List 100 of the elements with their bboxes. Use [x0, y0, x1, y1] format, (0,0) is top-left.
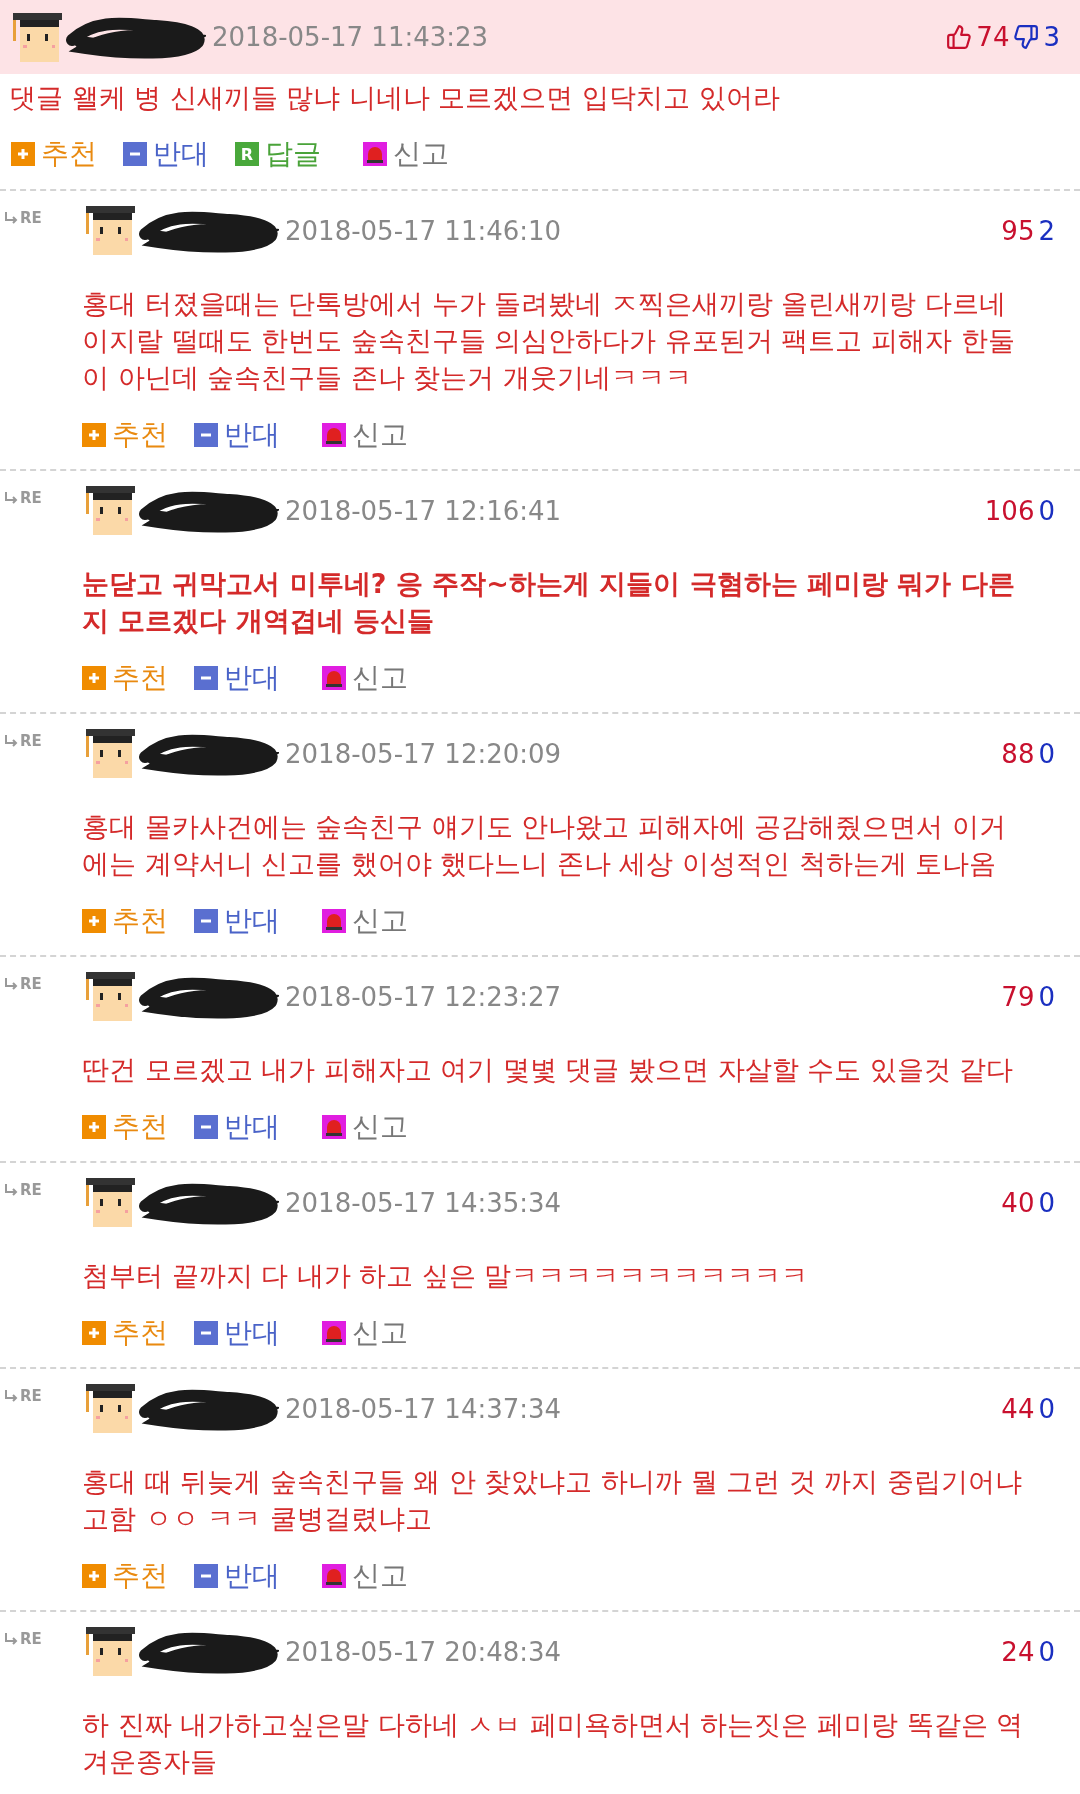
reply-arrow-icon [4, 1184, 18, 1196]
siren-icon [322, 423, 346, 447]
upvote-count: 79 [1001, 981, 1035, 1012]
comment-text: 하 진짜 내가하고싶은말 다하네 ㅅㅂ 페미욕하면서 하는짓은 페미랑 똑같은 역겨운종자들 [82, 1708, 1025, 1779]
comment-text: 딴건 모르겠고 내가 피해자고 여기 몇볓 댓글 봤으면 자살할 수도 있을것 같다 [82, 1053, 1015, 1087]
action-label: 신고 [352, 1558, 408, 1594]
action-label: 반대 [224, 660, 280, 696]
report-action[interactable]: 신고 [322, 659, 408, 697]
reply-arrow-icon [4, 492, 18, 504]
plus-icon [82, 1115, 106, 1139]
thumbs-down-icon[interactable] [1013, 24, 1040, 50]
comment-date: 2018-05-17 11:46:10 [285, 215, 562, 246]
reply-arrow-icon [4, 978, 18, 990]
siren-icon [363, 142, 387, 166]
action-label: 반대 [224, 417, 280, 453]
reply-marker: RE [4, 975, 42, 993]
downvote-count: 0 [1038, 1636, 1055, 1667]
action-label: 신고 [352, 903, 408, 939]
reply-badge: R [235, 142, 259, 166]
down-action[interactable]: 반대 [194, 1557, 280, 1595]
reply-marker: RE [4, 732, 42, 750]
downvote-count: 0 [1038, 495, 1055, 526]
down-action[interactable]: 반대 [194, 416, 280, 454]
comment-date: 2018-05-17 12:20:09 [285, 738, 562, 769]
report-action[interactable]: 신고 [322, 1108, 408, 1146]
minus-icon [194, 1115, 218, 1139]
down-action[interactable]: 반대 [123, 135, 209, 173]
action-label: 추천 [112, 417, 168, 453]
reply-marker: RE [4, 489, 42, 507]
plus-icon [82, 1321, 106, 1345]
reply-arrow-icon [4, 212, 18, 224]
reply-marker: RE [4, 1630, 42, 1648]
action-label: 반대 [224, 1558, 280, 1594]
action-label: 반대 [224, 903, 280, 939]
up-action[interactable]: 추천 [11, 135, 97, 173]
reply-marker: RE [4, 1387, 42, 1405]
report-action[interactable]: 신고 [322, 416, 408, 454]
down-action[interactable]: 반대 [194, 902, 280, 940]
comment-date: 2018-05-17 14:37:34 [285, 1393, 562, 1424]
down-action[interactable]: 반대 [194, 1314, 280, 1352]
upvote-count: 95 [1001, 215, 1035, 246]
comment-text: 홍대 때 뒤늦게 숲속친구들 왜 안 찾았냐고 하니까 뭘 그런 것 까지 중립기어냐 고함 ㅇㅇ ㅋㅋ 쿨병걸렸냐고 [82, 1465, 1023, 1536]
comment-date: 2018-05-17 11:43:23 [212, 22, 489, 52]
up-action[interactable]: 추천 [82, 416, 168, 454]
action-label: 반대 [224, 1109, 280, 1145]
comment-text: 홍대 터졌을때는 단톡방에서 누가 돌려봤네 ㅈ찍은새끼랑 올린새끼랑 다르네 이지랄 떨때도 한번도 숲속친구들 의심안하다가 유포된거 팩트고 피해자 한둘이 아닌데 숲속친구들 존나 찾는거 개웃기네ㅋㅋㅋ [82, 287, 1016, 395]
action-label: 신고 [393, 136, 449, 172]
downvote-count: 0 [1038, 981, 1055, 1012]
siren-icon [322, 1321, 346, 1345]
minus-icon [123, 142, 147, 166]
action-label: 추천 [112, 1558, 168, 1594]
reply-arrow-icon [4, 1390, 18, 1402]
report-action[interactable]: 신고 [322, 902, 408, 940]
action-label: 추천 [112, 1109, 168, 1145]
minus-icon [194, 1564, 218, 1588]
upvote-count: 44 [1001, 1393, 1035, 1424]
action-label: 신고 [352, 417, 408, 453]
reply-arrow-icon [4, 1633, 18, 1645]
report-action[interactable]: 신고 [322, 1557, 408, 1595]
report-action[interactable]: 신고 [322, 1314, 408, 1352]
action-label: 신고 [352, 660, 408, 696]
action-label: 추천 [112, 660, 168, 696]
thumbs-up-icon[interactable] [946, 24, 973, 50]
reply-marker: RE [4, 209, 42, 227]
plus-icon [82, 1564, 106, 1588]
action-label: 답글 [265, 136, 321, 172]
comment-date: 2018-05-17 12:16:41 [285, 495, 562, 526]
up-action[interactable]: 추천 [82, 902, 168, 940]
siren-icon [322, 1564, 346, 1588]
upvote-count: 74 [976, 22, 1010, 52]
action-label: 추천 [112, 903, 168, 939]
downvote-count: 0 [1038, 738, 1055, 769]
up-action[interactable]: 추천 [82, 659, 168, 697]
siren-icon [322, 1115, 346, 1139]
action-label: 추천 [112, 1315, 168, 1351]
up-action[interactable]: 추천 [82, 1557, 168, 1595]
siren-icon [322, 909, 346, 933]
report-action[interactable]: 신고 [363, 135, 449, 173]
action-label: 반대 [153, 136, 209, 172]
minus-icon [194, 909, 218, 933]
comment-date: 2018-05-17 14:35:34 [285, 1187, 562, 1218]
up-action[interactable]: 추천 [82, 1314, 168, 1352]
down-action[interactable]: 반대 [194, 1108, 280, 1146]
plus-icon [82, 666, 106, 690]
down-action[interactable]: 반대 [194, 659, 280, 697]
downvote-count: 0 [1038, 1187, 1055, 1218]
plus-icon [82, 423, 106, 447]
reply-action[interactable]: R 답글 [235, 135, 321, 173]
comment-date: 2018-05-17 12:23:27 [285, 981, 562, 1012]
upvote-count: 88 [1001, 738, 1035, 769]
upvote-count: 106 [984, 495, 1035, 526]
upvote-count: 40 [1001, 1187, 1035, 1218]
downvote-count: 2 [1038, 215, 1055, 246]
siren-icon [322, 666, 346, 690]
plus-icon [11, 142, 35, 166]
action-label: 반대 [224, 1315, 280, 1351]
action-label: 신고 [352, 1109, 408, 1145]
minus-icon [194, 1321, 218, 1345]
downvote-count: 0 [1038, 1393, 1055, 1424]
up-action[interactable]: 추천 [82, 1108, 168, 1146]
